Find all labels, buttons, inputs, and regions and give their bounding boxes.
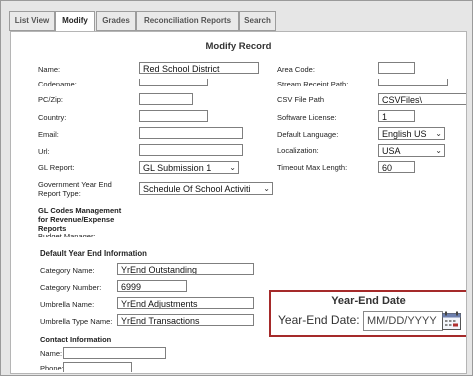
- areacode-label: Area Code:: [277, 65, 315, 74]
- year-end-date-label: Year-End Date:: [278, 313, 360, 327]
- name-input[interactable]: Red School District: [139, 62, 259, 74]
- url-input[interactable]: [139, 144, 243, 156]
- stream-path-label: Stream Receipt Path:: [277, 80, 349, 86]
- localization-select[interactable]: USA ⌄: [378, 144, 445, 157]
- pczip-input[interactable]: [139, 93, 193, 105]
- umbrella-type-label: Umbrella Type Name:: [40, 317, 113, 326]
- glcodes-heading-line1: GL Codes Management: [38, 206, 122, 215]
- language-value: English US: [382, 129, 427, 139]
- pczip-label: PC/Zip:: [38, 95, 64, 104]
- chevron-down-icon: ⌄: [435, 129, 442, 138]
- budget-manager-label: Budget Manager:: [38, 232, 96, 237]
- csvpath-label: CSV File Path: [277, 95, 325, 104]
- year-end-date-input[interactable]: MM/DD/YYYY: [363, 311, 443, 331]
- chevron-down-icon: ⌄: [229, 163, 236, 172]
- localization-value: USA: [382, 146, 401, 156]
- contact-name-input[interactable]: [63, 347, 166, 359]
- modify-panel: Modify Record Name: Red School District …: [10, 31, 467, 374]
- tab-modify[interactable]: Modify: [55, 11, 95, 32]
- name-label: Name:: [38, 65, 61, 74]
- csvpath-input[interactable]: CSVFiles\: [378, 93, 466, 105]
- umbrella-type-input[interactable]: YrEnd Transactions: [117, 314, 254, 326]
- email-input[interactable]: [139, 127, 243, 139]
- chevron-down-icon: ⌄: [263, 184, 270, 193]
- umbrella-name-label: Umbrella Name:: [40, 300, 95, 309]
- tab-grades[interactable]: Grades: [96, 11, 136, 31]
- year-end-heading: Default Year End Information: [40, 249, 147, 258]
- timeout-label: Timeout Max Length:: [277, 163, 348, 172]
- contact-phone-label: Phone:: [40, 364, 64, 370]
- areacode-input[interactable]: [378, 62, 415, 74]
- country-label: Country:: [38, 113, 67, 122]
- window-frame: List View Modify Grades Reconciliation R…: [0, 0, 473, 376]
- govyear-select[interactable]: Schedule Of School Activiti ⌄: [139, 182, 273, 195]
- glreport-select[interactable]: GL Submission 1 ⌄: [139, 161, 239, 174]
- glcodes-heading-line2: for Revenue/Expense: [38, 215, 115, 224]
- contact-phone-input[interactable]: [63, 362, 132, 372]
- chevron-down-icon: ⌄: [435, 146, 442, 155]
- page-title: Modify Record: [205, 41, 272, 52]
- codename-input[interactable]: [139, 79, 208, 86]
- language-label: Default Language:: [277, 130, 339, 139]
- govyear-label-line2: Report Type:: [38, 189, 81, 198]
- popup-title: Year-End Date: [331, 295, 406, 307]
- category-name-label: Category Name:: [40, 266, 95, 275]
- email-label: Email:: [38, 130, 59, 139]
- tab-search[interactable]: Search: [239, 11, 276, 31]
- timeout-input[interactable]: 60: [378, 161, 415, 173]
- url-label: Url:: [38, 147, 50, 156]
- codename-label: Codename:: [38, 80, 77, 86]
- category-number-label: Category Number:: [40, 283, 102, 292]
- stream-path-input[interactable]: [378, 79, 448, 86]
- localization-label: Localization:: [277, 146, 319, 155]
- category-number-input[interactable]: 6999: [117, 280, 187, 292]
- contact-heading: Contact Information: [40, 335, 112, 344]
- contact-name-label: Name:: [40, 349, 63, 358]
- govyear-label-line1: Government Year End: [38, 180, 112, 189]
- license-input[interactable]: 1: [378, 110, 415, 122]
- language-select[interactable]: English US ⌄: [378, 127, 445, 140]
- country-input[interactable]: [139, 110, 208, 122]
- glreport-label: GL Report:: [38, 163, 75, 172]
- umbrella-name-input[interactable]: YrEnd Adjustments: [117, 297, 254, 309]
- tab-reconciliation-reports[interactable]: Reconciliation Reports: [136, 11, 239, 31]
- license-label: Software License:: [277, 113, 337, 122]
- calendar-icon[interactable]: [441, 311, 462, 331]
- glreport-value: GL Submission 1: [143, 163, 212, 173]
- year-end-date-popup: Year-End Date Year-End Date: MM/DD/YYYY: [269, 290, 466, 337]
- category-name-input[interactable]: YrEnd Outstanding: [117, 263, 254, 275]
- tab-list-view[interactable]: List View: [9, 11, 55, 31]
- govyear-value: Schedule Of School Activiti: [143, 184, 251, 194]
